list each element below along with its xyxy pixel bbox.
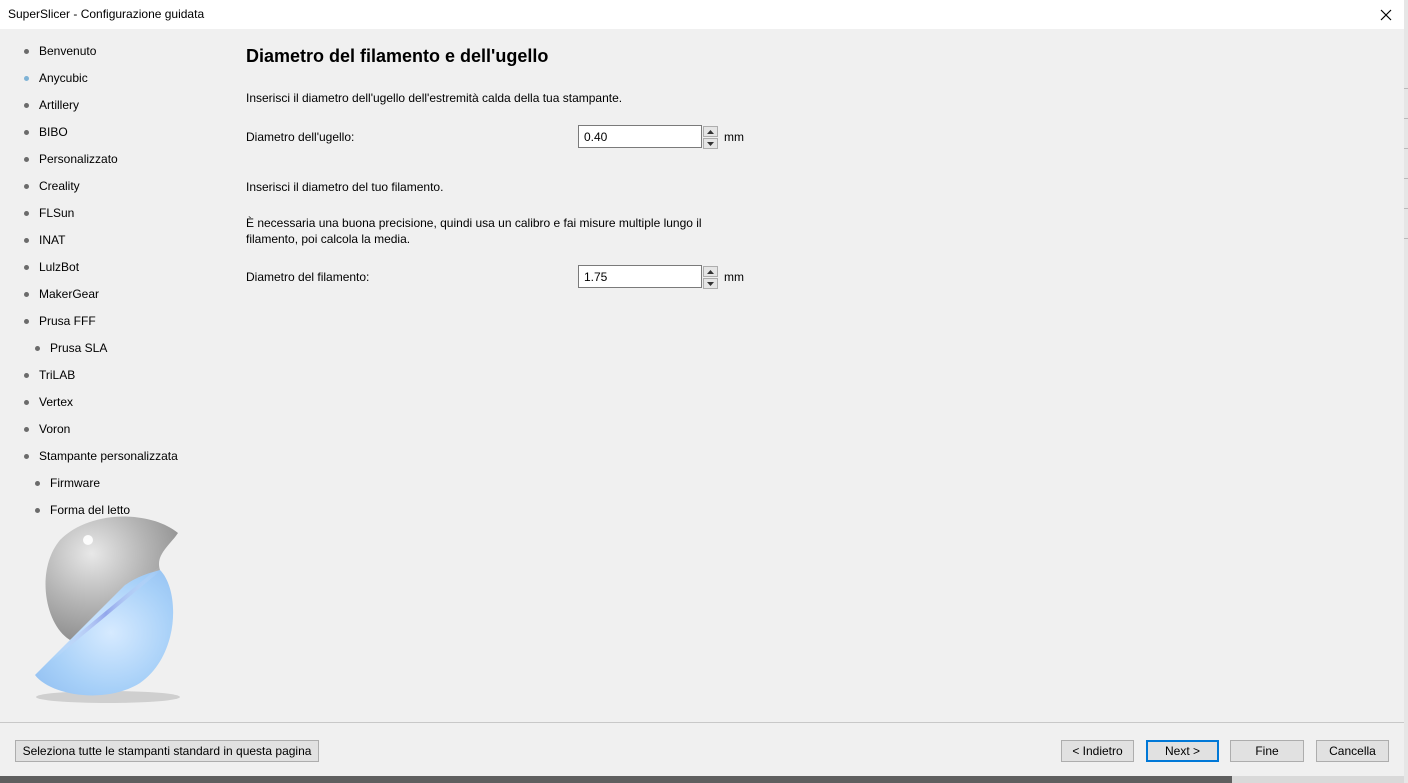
bullet-icon [35,507,40,513]
bullet-icon [24,102,29,108]
sidebar-item-label: Voron [39,422,71,436]
sidebar-item-makergear[interactable]: MakerGear [24,285,99,303]
chevron-up-icon [707,269,714,274]
page-title: Diametro del filamento e dell'ugello [246,46,549,66]
nozzle-spinner [703,126,718,149]
bullet-icon [24,264,29,270]
nozzle-increment-button[interactable] [703,126,718,137]
bullet-icon [24,129,29,135]
bullet-icon [24,372,29,378]
bullet-icon [24,318,29,324]
filament-intro-text: Inserisci il diametro del tuo filamento. [246,180,444,194]
bullet-icon [24,210,29,216]
bullet-icon [24,75,29,81]
sidebar-item-flsun[interactable]: FLSun [24,204,74,222]
sidebar-item-label: Vertex [39,395,74,409]
sidebar-item-voron[interactable]: Voron [24,420,70,438]
nozzle-label: Diametro dell'ugello: [246,130,355,144]
sidebar-item-prusa-fff[interactable]: Prusa FFF [24,312,96,330]
sidebar-item-label: Prusa FFF [39,314,96,328]
cancel-button[interactable]: Cancella [1316,740,1389,762]
superslicer-logo [35,516,180,703]
sidebar-item-label: TriLAB [39,368,76,382]
bullet-icon [24,156,29,162]
filament-unit: mm [724,270,744,284]
chevron-up-icon [707,129,714,134]
finish-button[interactable]: Fine [1230,740,1304,762]
sidebar-item-vertex[interactable]: Vertex [24,393,73,411]
sidebar-item-label: Creality [39,179,80,193]
nozzle-unit: mm [724,130,744,144]
sidebar-item-label: Artillery [39,98,80,112]
sidebar-item-benvenuto[interactable]: Benvenuto [24,42,96,60]
footer-divider [0,722,1404,723]
bullet-icon [24,399,29,405]
bullet-icon [24,291,29,297]
bullet-icon [24,183,29,189]
nozzle-diameter-field[interactable] [578,125,702,148]
nozzle-decrement-button[interactable] [703,138,718,149]
filament-note-text: È necessaria una buona precisione, quind… [246,216,702,246]
chevron-down-icon [707,281,714,286]
sidebar-item-label: Benvenuto [39,44,97,58]
filament-increment-button[interactable] [703,266,718,277]
sidebar-item-label: INAT [39,233,66,247]
window-right-edge [1404,0,1408,783]
sidebar-item-artillery[interactable]: Artillery [24,96,79,114]
sidebar-item-creality[interactable]: Creality [24,177,80,195]
filament-label: Diametro del filamento: [246,270,370,284]
sidebar-item-label: Anycubic [39,71,88,85]
sidebar-item-label: Personalizzato [39,152,118,166]
sidebar-item-label: LulzBot [39,260,80,274]
nozzle-diameter-input[interactable] [579,126,701,147]
sidebar-item-label: BIBO [39,125,68,139]
sidebar-item-bibo[interactable]: BIBO [24,123,68,141]
bullet-icon [24,237,29,243]
window-title: SuperSlicer - Configurazione guidata [8,7,205,21]
nozzle-intro-text: Inserisci il diametro dell'ugello dell'e… [246,91,623,105]
select-all-printers-button[interactable]: Seleziona tutte le stampanti standard in… [15,740,319,762]
bullet-icon [35,345,40,351]
back-button[interactable]: < Indietro [1061,740,1134,762]
sidebar-item-label: Firmware [50,476,100,490]
sidebar-item-trilab[interactable]: TriLAB [24,366,75,384]
sidebar-item-label: Stampante personalizzata [39,449,178,463]
bullet-icon [24,48,29,54]
window-bottom-edge [0,776,1404,783]
sidebar-item-lulzbot[interactable]: LulzBot [24,258,79,276]
bullet-icon [24,426,29,432]
chevron-down-icon [707,141,714,146]
filament-diameter-input[interactable] [579,266,701,287]
close-button[interactable] [1368,0,1404,29]
sidebar-item-stampante-personalizzata[interactable]: Stampante personalizzata [24,447,178,465]
filament-diameter-field[interactable] [578,265,702,288]
sidebar-item-label: FLSun [39,206,75,220]
sidebar-item-label: MakerGear [39,287,100,301]
sidebar-item-prusa-sla[interactable]: Prusa SLA [35,339,107,357]
filament-spinner [703,266,718,289]
sidebar-item-personalizzato[interactable]: Personalizzato [24,150,118,168]
title-bar: SuperSlicer - Configurazione guidata [0,0,1404,29]
filament-decrement-button[interactable] [703,278,718,289]
close-icon [1380,9,1392,20]
bullet-icon [24,453,29,459]
sidebar-item-firmware[interactable]: Firmware [35,474,100,492]
bullet-icon [35,480,40,486]
sidebar-item-label: Prusa SLA [50,341,108,355]
sidebar-item-inat[interactable]: INAT [24,231,65,249]
next-button[interactable]: Next > [1146,740,1219,762]
sidebar-item-anycubic[interactable]: Anycubic [24,69,88,87]
